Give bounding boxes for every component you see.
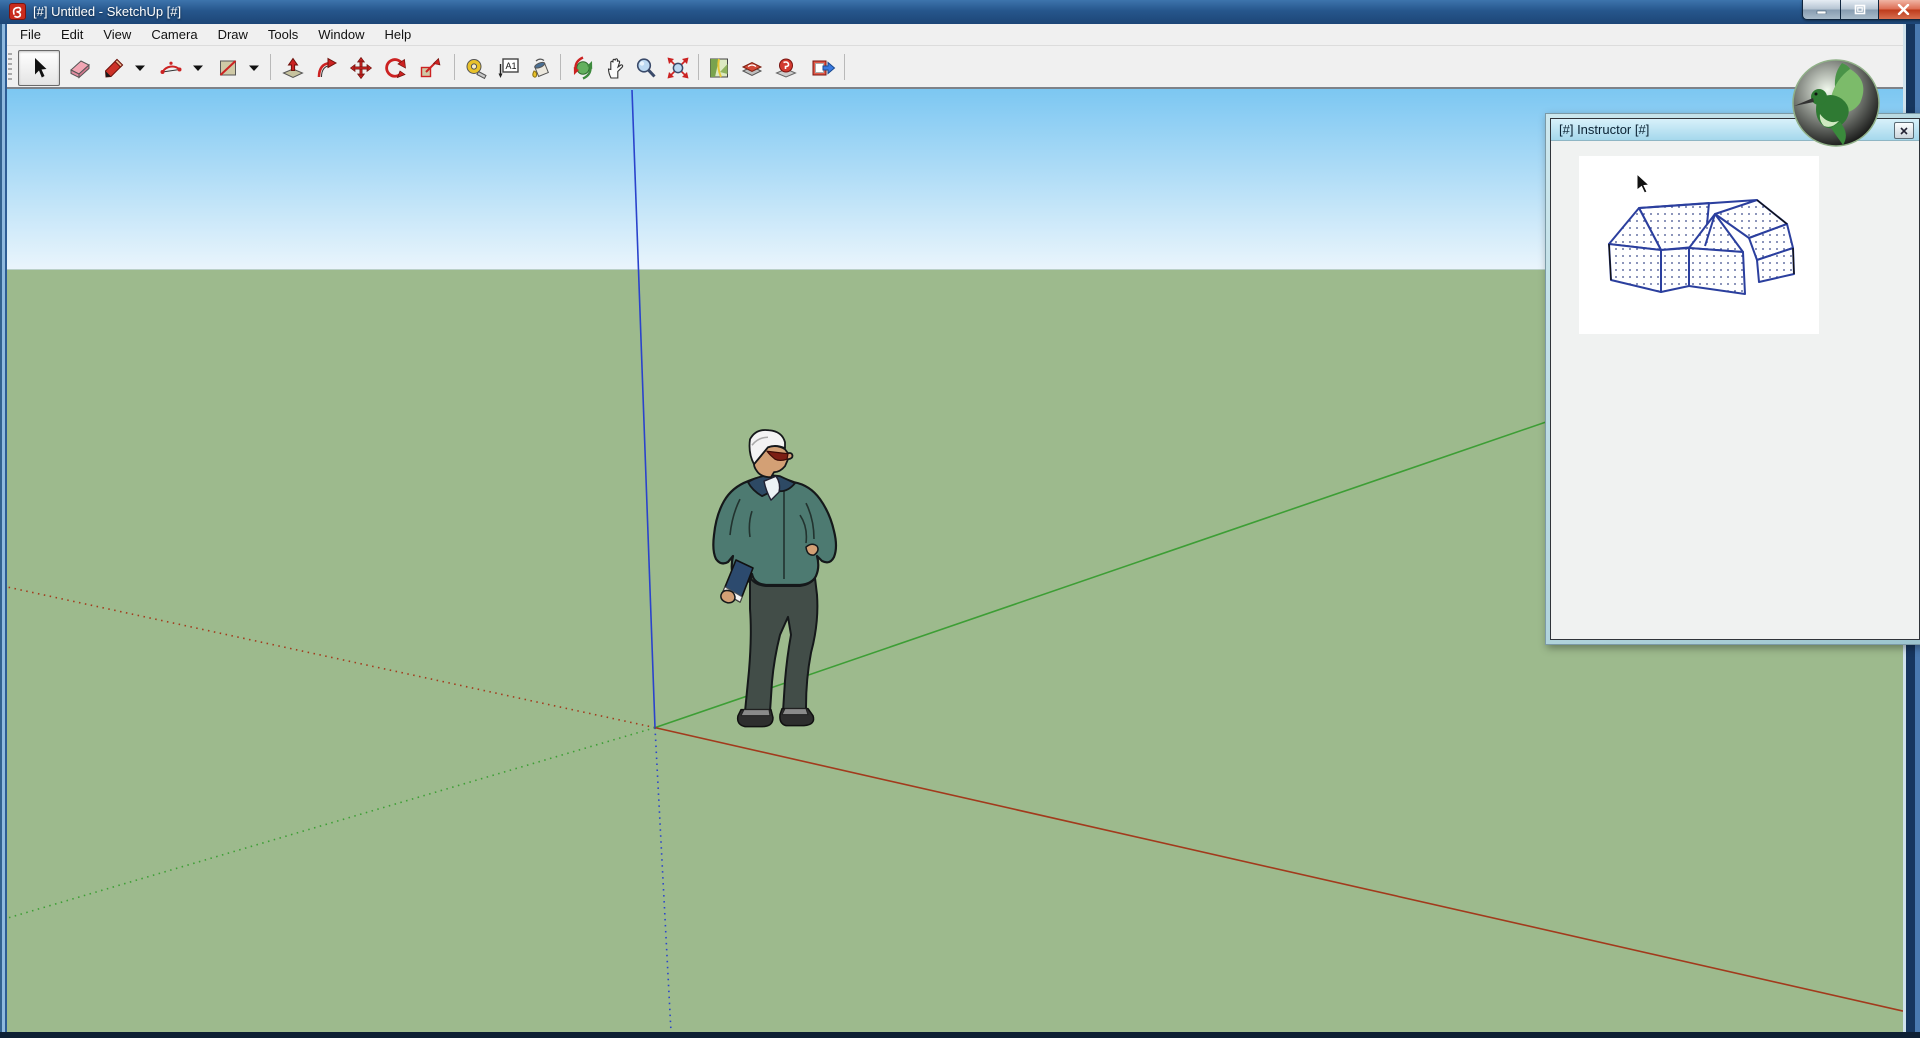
- title-bar[interactable]: [#] Untitled - SketchUp [#]: [0, 0, 1920, 24]
- svg-text:A1: A1: [506, 61, 517, 71]
- chevron-down-icon: [192, 64, 204, 72]
- zoom-extents-tool-button[interactable]: [660, 50, 696, 86]
- follow-me-tool-button[interactable]: [310, 50, 344, 86]
- toolbar-separator: [454, 54, 455, 80]
- rectangle-icon: [216, 56, 240, 80]
- close-icon: [1900, 127, 1908, 135]
- zoom-extents-icon: [666, 56, 690, 80]
- sketchup-hummingbird-logo: [1790, 57, 1882, 149]
- instructor-house-image: [1579, 156, 1819, 334]
- window-border-bottom: [0, 1032, 1920, 1038]
- menu-draw[interactable]: Draw: [208, 25, 258, 44]
- orbit-tool-button[interactable]: [566, 50, 600, 86]
- menu-camera[interactable]: Camera: [141, 25, 207, 44]
- menu-file[interactable]: File: [10, 25, 51, 44]
- pan-tool-button[interactable]: [600, 50, 632, 86]
- place-model-button[interactable]: [770, 50, 802, 86]
- eraser-tool-button[interactable]: [64, 50, 96, 86]
- rectangle-tool-button[interactable]: [212, 50, 244, 86]
- figure-shoe-right-top: [782, 709, 808, 715]
- place-model-icon: [774, 56, 798, 80]
- move-tool-button[interactable]: [344, 50, 378, 86]
- rotate-icon: [383, 56, 407, 80]
- terrain-layers-icon: [740, 56, 764, 80]
- instructor-close-button[interactable]: [1894, 122, 1914, 139]
- arc-tool-button[interactable]: [154, 50, 188, 86]
- text-tool-button[interactable]: A1: [492, 50, 524, 86]
- toolbar-separator: [560, 54, 561, 80]
- zoom-tool-button[interactable]: [632, 50, 660, 86]
- get-current-view-button[interactable]: [704, 50, 734, 86]
- sketchup-window: [#] Untitled - SketchUp [#] File Edit Vi…: [0, 0, 1920, 1038]
- maximize-icon: [1854, 4, 1866, 15]
- toolbar-separator: [270, 54, 271, 80]
- figure-shoe-left-top: [741, 710, 770, 716]
- line-tool-button[interactable]: [98, 50, 130, 86]
- tape-measure-icon: [464, 56, 488, 80]
- get-models-button[interactable]: [804, 50, 842, 86]
- scale-tool-button[interactable]: [412, 50, 448, 86]
- paint-bucket-tool-button[interactable]: [524, 50, 558, 86]
- rotate-tool-button[interactable]: [378, 50, 412, 86]
- toggle-terrain-button[interactable]: [736, 50, 768, 86]
- instructor-window[interactable]: [#] Instructor [#]: [1545, 113, 1920, 645]
- menu-help[interactable]: Help: [375, 25, 422, 44]
- close-button[interactable]: [1879, 0, 1920, 19]
- select-tool-button[interactable]: [18, 50, 60, 86]
- sketchup-app-icon: [9, 3, 26, 20]
- tape-measure-tool-button[interactable]: [460, 50, 492, 86]
- follow-me-icon: [315, 56, 339, 80]
- pan-hand-icon: [604, 56, 628, 80]
- pencil-icon: [102, 56, 126, 80]
- orbit-icon: [571, 56, 595, 80]
- select-arrow-icon: [27, 56, 51, 80]
- toolbar: A1: [2, 46, 1918, 87]
- chevron-down-icon: [248, 64, 260, 72]
- eraser-icon: [68, 56, 92, 80]
- paint-bucket-icon: [529, 56, 553, 80]
- toolbar-separator: [698, 54, 699, 80]
- scale-icon: [418, 56, 442, 80]
- move-icon: [349, 56, 373, 80]
- rectangle-tool-dropdown[interactable]: [244, 50, 263, 86]
- figure-hand-right: [806, 544, 818, 555]
- figure-hand-left: [721, 590, 735, 602]
- minimize-button[interactable]: [1803, 0, 1841, 19]
- magnifier-icon: [634, 56, 658, 80]
- minimize-icon: [1816, 5, 1828, 14]
- map-icon: [707, 56, 731, 80]
- toolbar-grip[interactable]: [8, 53, 12, 81]
- toolbar-separator: [844, 54, 845, 80]
- menu-bar: File Edit View Camera Draw Tools Window …: [2, 24, 1918, 46]
- push-pull-tool-button[interactable]: [276, 50, 310, 86]
- menu-window[interactable]: Window: [308, 25, 374, 44]
- arc-icon: [159, 56, 183, 80]
- instructor-window-inner: [#] Instructor [#]: [1550, 118, 1920, 640]
- window-border-left: [0, 24, 7, 1038]
- share-model-icon: [810, 56, 836, 80]
- close-icon: [1897, 4, 1910, 15]
- instructor-title: [#] Instructor [#]: [1551, 122, 1649, 137]
- window-controls: [1802, 0, 1920, 20]
- window-title: [#] Untitled - SketchUp [#]: [33, 4, 181, 19]
- line-tool-dropdown[interactable]: [130, 50, 149, 86]
- menu-edit[interactable]: Edit: [51, 25, 93, 44]
- maximize-button[interactable]: [1841, 0, 1879, 19]
- instructor-content: [1551, 141, 1919, 639]
- text-icon: A1: [496, 56, 520, 80]
- menu-tools[interactable]: Tools: [258, 25, 308, 44]
- menu-view[interactable]: View: [93, 25, 141, 44]
- push-pull-icon: [281, 56, 305, 80]
- chevron-down-icon: [134, 64, 146, 72]
- arc-tool-dropdown[interactable]: [188, 50, 207, 86]
